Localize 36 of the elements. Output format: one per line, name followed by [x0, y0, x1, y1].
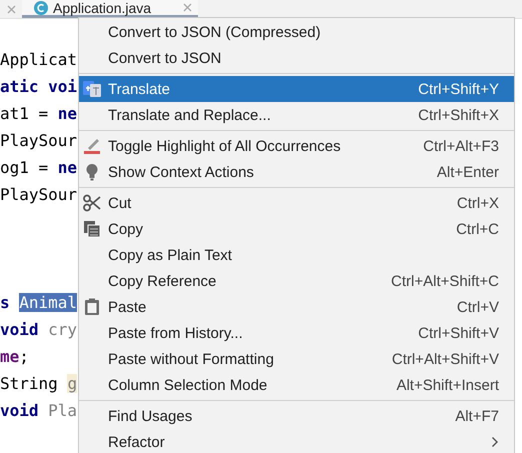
copy-icon — [82, 220, 102, 238]
scissors-icon — [82, 194, 102, 212]
code-line: s Animal — [0, 292, 78, 314]
menu-item[interactable]: Cut Ctrl+X — [79, 190, 514, 216]
code-line: void Pla — [0, 400, 78, 422]
menu-item[interactable]: Show Context Actions Alt+Enter — [79, 159, 514, 185]
menu-item[interactable]: Column Selection Mode Alt+Shift+Insert — [79, 372, 514, 398]
menu-item[interactable]: Translate Ctrl+Shift+Y — [79, 76, 514, 102]
menu-item[interactable]: Convert to JSON (Compressed) — [79, 19, 514, 45]
highlighter-icon — [82, 137, 102, 155]
menu-item[interactable]: Refactor — [79, 429, 514, 453]
code-line: String g — [0, 373, 78, 395]
class-icon — [34, 0, 48, 14]
code-line: og1 = ne — [0, 157, 78, 179]
code-line: Applicat — [0, 49, 78, 71]
code-line: me; — [0, 346, 29, 368]
menu-item[interactable]: Find Usages Alt+F7 — [79, 403, 514, 429]
editor-tab[interactable]: Application.java — [22, 0, 198, 18]
clipboard-icon — [82, 298, 102, 316]
close-icon[interactable] — [183, 3, 192, 12]
menu-item[interactable]: Copy Ctrl+C — [79, 216, 514, 242]
menu-item[interactable]: Paste Ctrl+V — [79, 294, 514, 320]
menu-item[interactable]: Copy Reference Ctrl+Alt+Shift+C — [79, 268, 514, 294]
code-line: PlaySour — [0, 184, 78, 206]
menu-item[interactable]: Translate and Replace... Ctrl+Shift+X — [79, 102, 514, 128]
translate-icon — [82, 80, 102, 98]
code-line: void cry — [0, 319, 78, 341]
menu-item[interactable]: Paste from History... Ctrl+Shift+V — [79, 320, 514, 346]
code-line: atic voi — [0, 76, 78, 98]
close-icon[interactable] — [6, 4, 16, 14]
menu-item[interactable]: Convert to JSON — [79, 45, 514, 71]
code-line: PlaySour — [0, 130, 78, 152]
code-line: at1 = ne — [0, 103, 78, 125]
menu-item[interactable]: Paste without Formatting Ctrl+Alt+Shift+V — [79, 346, 514, 372]
menu-item[interactable]: Toggle Highlight of All Occurrences Ctrl+Alt+F3 — [79, 133, 514, 159]
menu-item[interactable]: Copy as Plain Text — [79, 242, 514, 268]
